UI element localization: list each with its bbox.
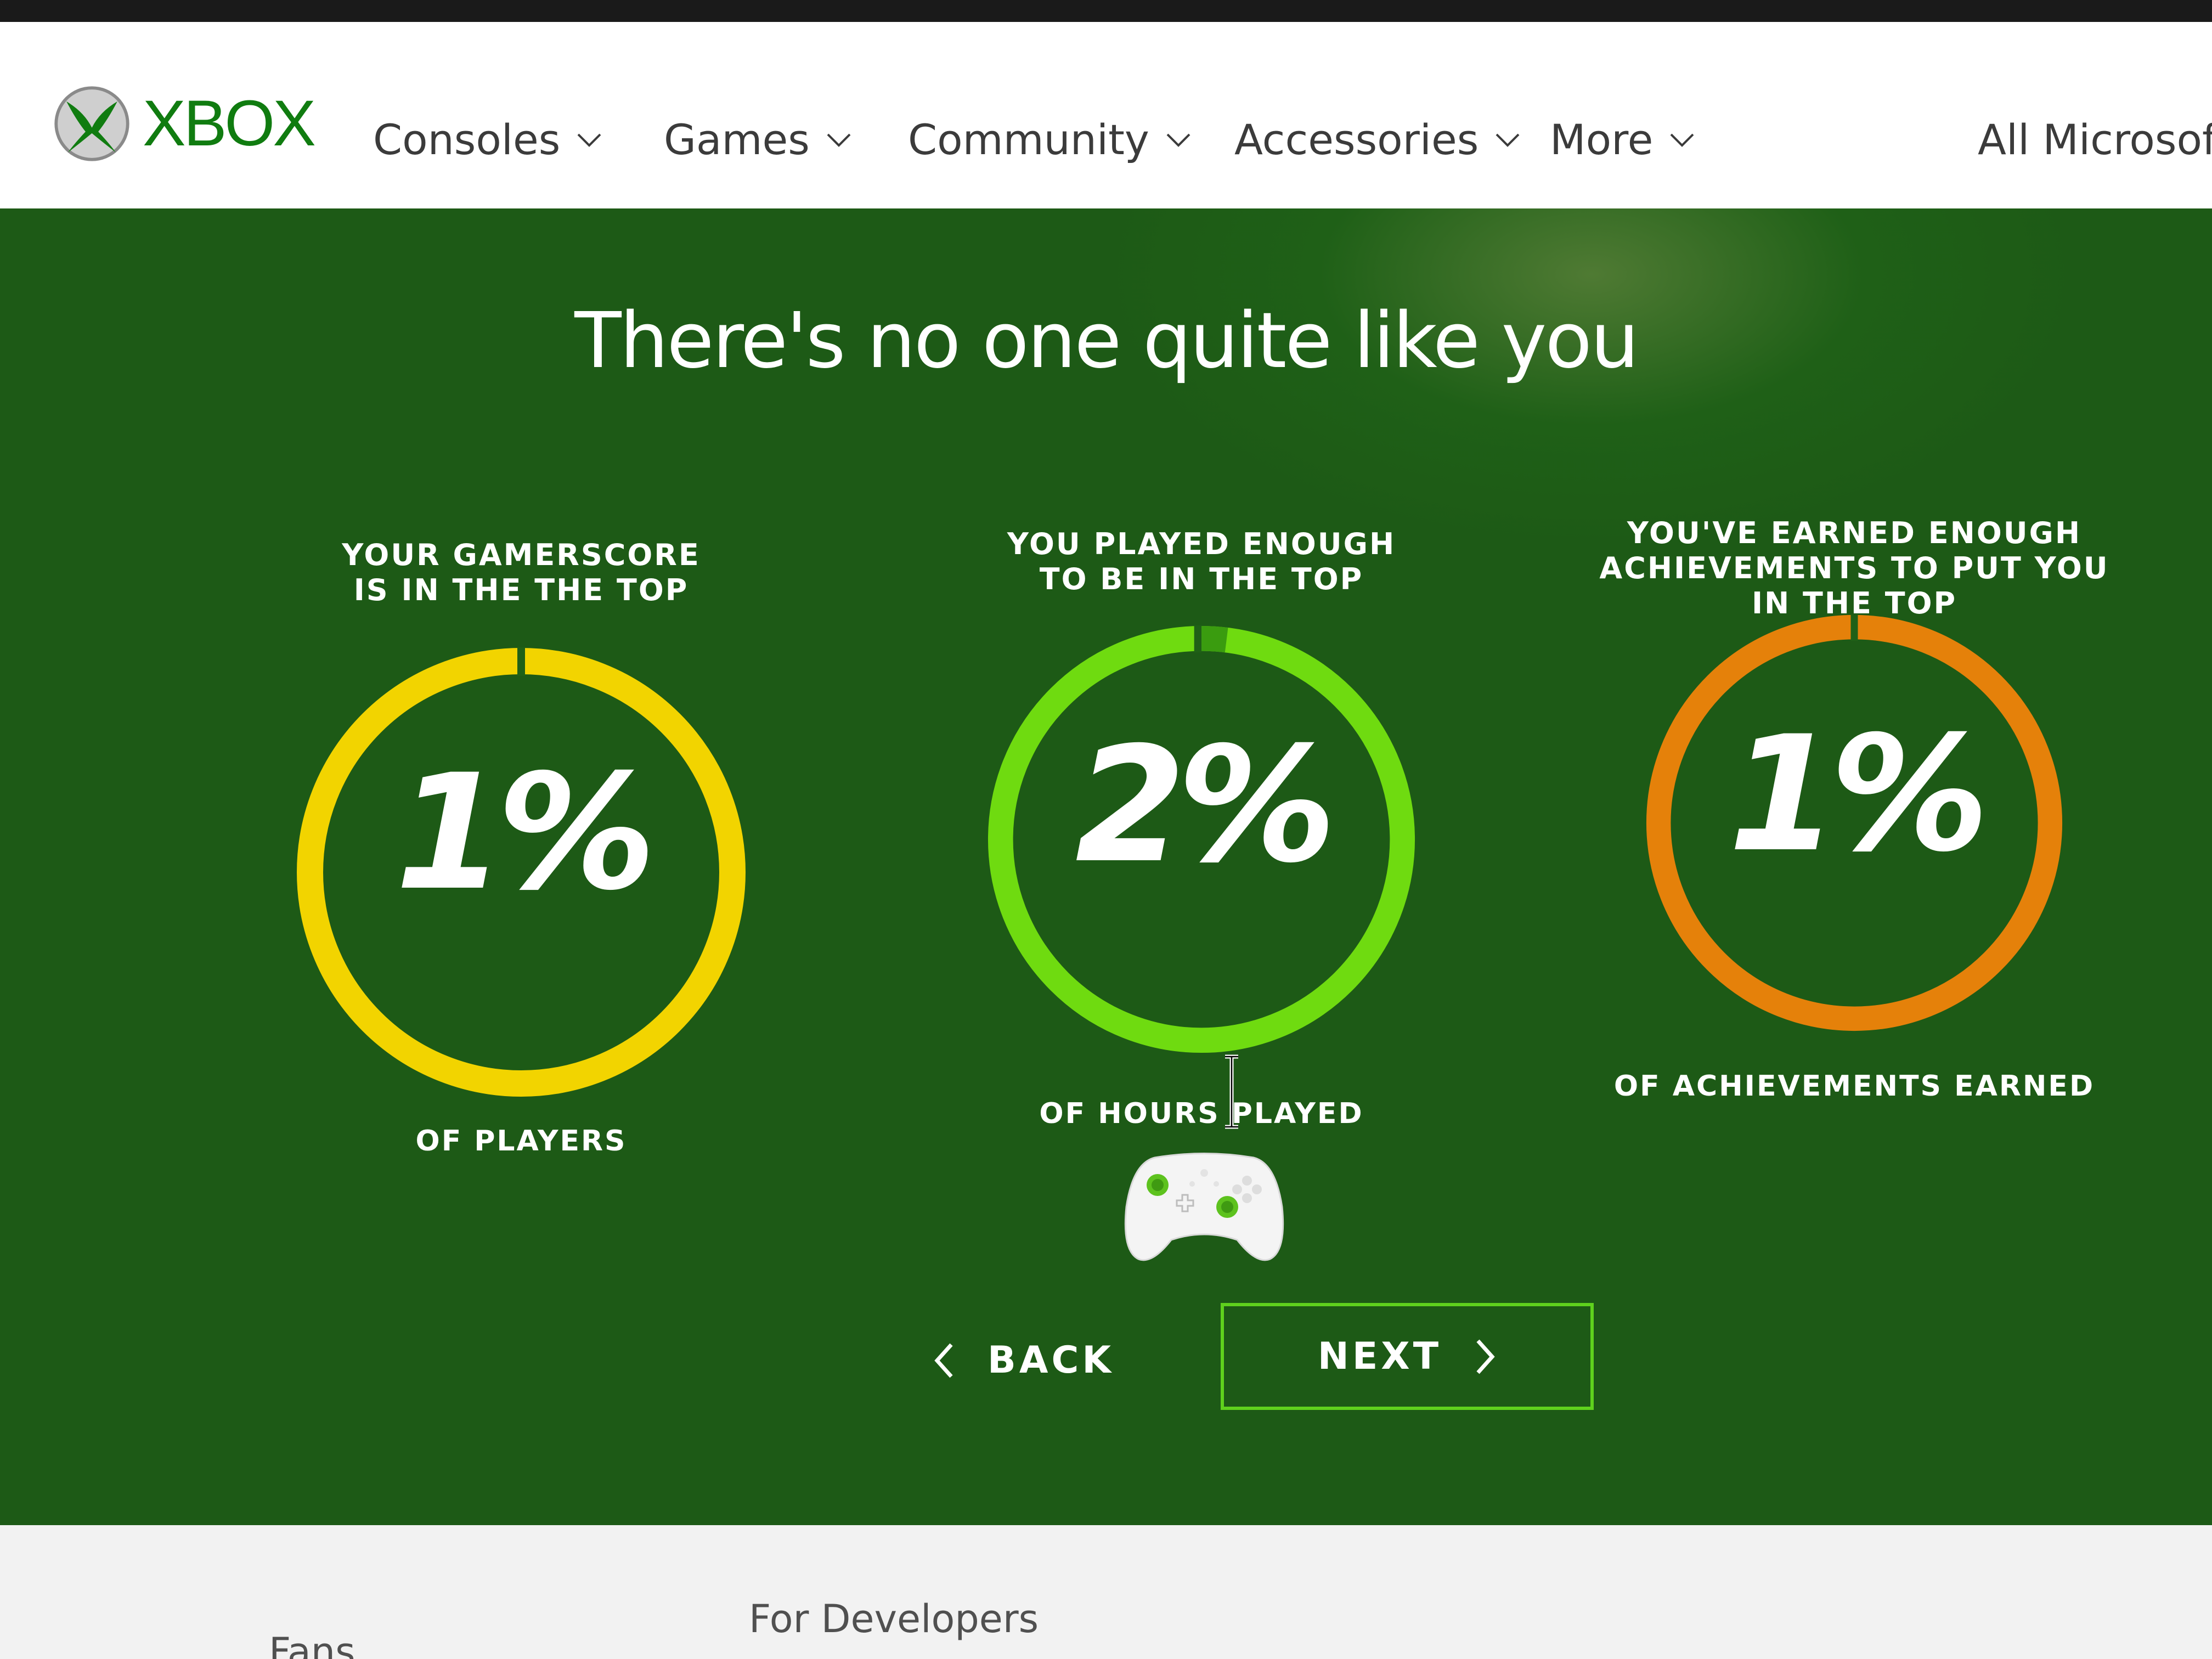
stat-achievements: YOU'VE EARNED ENOUGH ACHIEVEMENTS TO PUT… bbox=[1580, 516, 2129, 1284]
stat-achievements-caption: YOU'VE EARNED ENOUGH ACHIEVEMENTS TO PUT… bbox=[1599, 516, 2109, 620]
nav-games-label: Games bbox=[664, 115, 810, 164]
stat-gamerscore-label: OF PLAYERS bbox=[415, 1125, 627, 1158]
text-cursor-icon bbox=[1225, 1054, 1238, 1129]
chevron-down-icon bbox=[1166, 133, 1190, 147]
all-microsoft-menu[interactable]: All Microsoft bbox=[1978, 115, 2212, 164]
xbox-wordmark: XBOX bbox=[143, 87, 316, 160]
back-button-label: BACK bbox=[988, 1339, 1115, 1382]
chevron-down-icon bbox=[577, 133, 601, 147]
stat-achievements-value: 1% bbox=[1728, 702, 1989, 887]
chevron-down-icon bbox=[1496, 133, 1520, 147]
next-button-label: NEXT bbox=[1317, 1335, 1442, 1378]
site-footer: Fans For Developers bbox=[0, 1525, 2212, 1659]
stats-hero: There's no one quite like you YOUR GAMER… bbox=[0, 208, 2212, 1525]
nav-accessories[interactable]: Accessories bbox=[1234, 115, 1520, 164]
controller-icon bbox=[1124, 1153, 1284, 1261]
page-title: There's no one quite like you bbox=[574, 296, 1639, 386]
chevron-down-icon bbox=[827, 133, 851, 147]
chevron-right-icon bbox=[1476, 1339, 1495, 1374]
next-button[interactable]: NEXT bbox=[1221, 1303, 1594, 1410]
stat-gamerscore-value: 1% bbox=[394, 741, 656, 926]
stat-gamerscore: YOUR GAMERSCORE IS IN THE THE TOP 1% OF … bbox=[247, 538, 795, 1306]
chevron-down-icon bbox=[1670, 133, 1694, 147]
xbox-sphere-icon bbox=[54, 86, 129, 161]
xbox-logo[interactable]: XBOX bbox=[52, 80, 316, 167]
nav-community-label: Community bbox=[908, 115, 1149, 164]
footer-link-fans[interactable]: Fans bbox=[269, 1629, 356, 1659]
nav-accessories-label: Accessories bbox=[1234, 115, 1479, 164]
nav-community[interactable]: Community bbox=[908, 115, 1191, 164]
nav-more-label: More bbox=[1550, 115, 1654, 164]
nav-more[interactable]: More bbox=[1550, 115, 1695, 164]
site-header: XBOX Consoles Games Community Accessorie… bbox=[0, 22, 2212, 208]
stat-gamerscore-caption: YOUR GAMERSCORE IS IN THE THE TOP bbox=[342, 538, 701, 607]
nav-games[interactable]: Games bbox=[664, 115, 851, 164]
stat-achievements-label: OF ACHIEVEMENTS EARNED bbox=[1613, 1070, 2095, 1103]
back-button[interactable]: BACK bbox=[933, 1339, 1114, 1382]
nav-consoles[interactable]: Consoles bbox=[373, 115, 602, 164]
stat-hours-label: OF HOURS PLAYED bbox=[1039, 1097, 1364, 1130]
nav-consoles-label: Consoles bbox=[373, 115, 561, 164]
browser-screen: XBOX Consoles Games Community Accessorie… bbox=[0, 22, 2212, 1659]
stat-hours-value: 2% bbox=[1075, 713, 1336, 898]
chevron-left-icon bbox=[934, 1343, 953, 1378]
stat-hours-caption: YOU PLAYED ENOUGH TO BE IN THE TOP bbox=[1007, 527, 1396, 596]
footer-link-developers[interactable]: For Developers bbox=[749, 1596, 1039, 1641]
